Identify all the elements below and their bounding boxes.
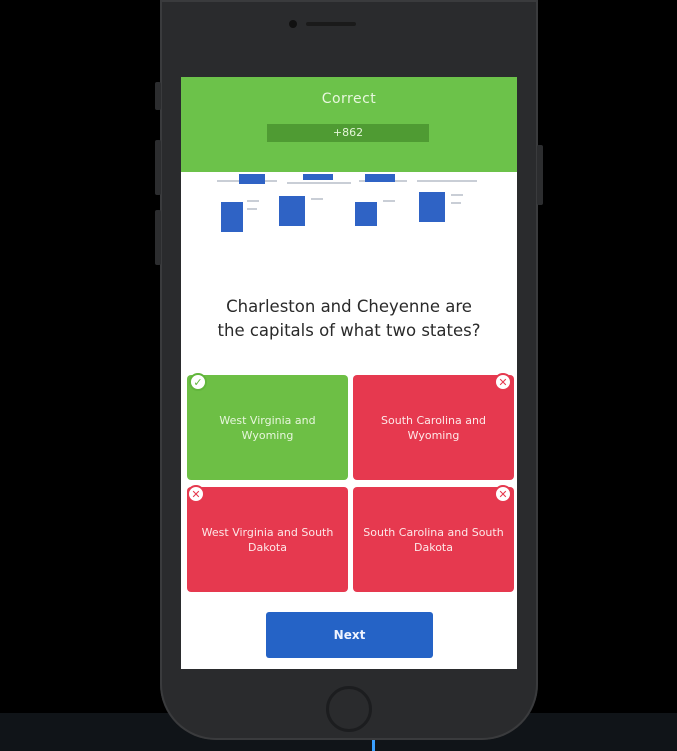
image-detail	[247, 208, 257, 210]
answer-option-4[interactable]: South Carolina and South Dakota	[353, 487, 514, 592]
answer-option-3[interactable]: West Virginia and South Dakota	[187, 487, 348, 592]
app-screen: Correct +862 Charleston and Cheyenne are…	[181, 77, 517, 669]
image-detail	[355, 202, 377, 226]
answer-label: South Carolina and South Dakota	[363, 525, 504, 554]
next-button[interactable]: Next	[266, 612, 433, 658]
score-bar: +862	[267, 124, 429, 142]
image-detail	[247, 200, 259, 202]
image-detail	[419, 192, 445, 222]
image-detail	[311, 198, 323, 200]
answer-option-1[interactable]: West Virginia and Wyoming	[187, 375, 348, 480]
image-detail	[417, 180, 477, 182]
home-button[interactable]	[326, 686, 372, 732]
image-detail	[221, 202, 243, 232]
check-icon: ✓	[189, 373, 207, 391]
image-detail	[365, 174, 395, 182]
result-title: Correct	[321, 91, 377, 107]
image-detail	[303, 174, 333, 180]
question-text: Charleston and Cheyenne are the capitals…	[181, 295, 517, 343]
question-image	[217, 174, 487, 234]
close-icon: ✕	[494, 373, 512, 391]
image-detail	[383, 200, 395, 202]
image-detail	[287, 182, 351, 184]
earpiece	[306, 22, 356, 26]
answer-label: West Virginia and South Dakota	[201, 525, 334, 554]
side-button	[155, 140, 161, 195]
close-icon: ✕	[494, 485, 512, 503]
answer-label: South Carolina and Wyoming	[381, 413, 486, 442]
image-detail	[451, 202, 461, 204]
camera	[289, 20, 297, 28]
image-detail	[451, 194, 463, 196]
side-button	[155, 82, 161, 110]
answer-label: West Virginia and Wyoming	[219, 413, 316, 442]
result-banner: Correct +862	[181, 77, 517, 172]
image-detail	[239, 174, 265, 184]
image-detail	[279, 196, 305, 226]
answer-option-2[interactable]: South Carolina and Wyoming	[353, 375, 514, 480]
question-line: Charleston and Cheyenne are	[226, 297, 472, 316]
question-line: the capitals of what two states?	[217, 321, 481, 340]
side-button	[155, 210, 161, 265]
side-button	[537, 145, 543, 205]
close-icon: ✕	[187, 485, 205, 503]
